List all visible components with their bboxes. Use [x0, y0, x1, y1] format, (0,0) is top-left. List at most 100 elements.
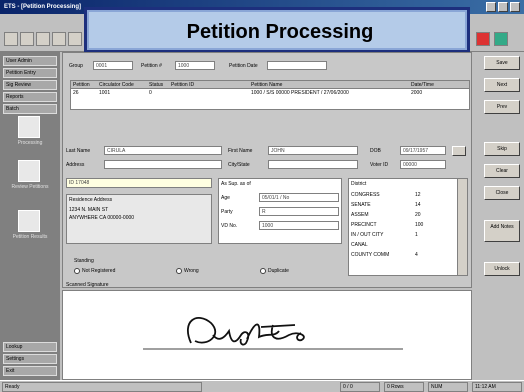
- grid-col-petition[interactable]: Petition: [73, 82, 90, 88]
- open-icon[interactable]: [20, 32, 34, 46]
- save-icon[interactable]: [36, 32, 50, 46]
- group-label: Group: [69, 63, 83, 69]
- info-age-label: Age: [221, 195, 230, 201]
- city-state-label: City/State: [228, 162, 250, 168]
- dob-input[interactable]: 09/17/1957: [400, 146, 446, 155]
- list-item: IN / OUT CITY 1: [351, 232, 418, 238]
- list-item: CANAL: [351, 242, 368, 248]
- sidebar-item-3[interactable]: Reports: [3, 92, 57, 102]
- status-rows: 0 Rows: [384, 382, 424, 392]
- table-row[interactable]: 26 1001 0 1000 / S/S 00000 PRESIDENT / 2…: [71, 90, 469, 98]
- prev-button[interactable]: Prev: [484, 100, 520, 114]
- status-clock: 11:12 AM: [472, 382, 522, 392]
- radio-wrong-label: Wrong: [184, 268, 199, 274]
- right-button-column: Save Next Prev Skip Clear Close Add Note…: [478, 52, 524, 380]
- petition-date-label: Petition Date: [229, 63, 258, 69]
- add-notes-button[interactable]: Add Notes: [484, 220, 520, 242]
- skip-button[interactable]: Skip: [484, 142, 520, 156]
- voter-id-badge: ID 17048: [66, 178, 212, 188]
- next-button[interactable]: Next: [484, 78, 520, 92]
- grid-cell: 1000 / S/S 00000 PRESIDENT / 27/06/2000: [251, 90, 349, 96]
- signature-image: [62, 290, 472, 380]
- first-name-input[interactable]: JOHN: [268, 146, 358, 155]
- module-label-review: Review Petitions: [11, 184, 49, 190]
- page-banner: Petition Processing: [84, 7, 470, 53]
- info-party-value: R: [259, 207, 339, 216]
- district-title: District: [351, 181, 367, 187]
- grid-col-petition-id[interactable]: Petition ID: [171, 82, 194, 88]
- new-icon[interactable]: [4, 32, 18, 46]
- sidebar-item-1[interactable]: Petition Entry: [3, 68, 57, 78]
- save-button[interactable]: Save: [484, 56, 520, 70]
- radio-not-registered-label: Not Registered: [82, 268, 116, 274]
- grid-cell: 1001: [99, 90, 111, 96]
- sidebar-bottom-item-1[interactable]: Settings: [3, 354, 57, 364]
- page-title: Petition Processing: [186, 21, 374, 43]
- exit-icon[interactable]: [494, 32, 508, 46]
- sidebar-bottom-item-2[interactable]: Exit: [3, 366, 57, 376]
- review-petitions-icon[interactable]: [18, 160, 40, 182]
- info-title: As Sup. as of: [221, 181, 251, 187]
- group-input[interactable]: 0001: [93, 61, 133, 70]
- voter-id-label: Voter ID: [370, 162, 389, 168]
- petition-results-icon[interactable]: [18, 210, 40, 232]
- radio-duplicate-label: Duplicate: [268, 268, 289, 274]
- maximize-button[interactable]: [498, 2, 508, 12]
- cut-icon[interactable]: [68, 32, 82, 46]
- residence-label: Residence Address: [69, 197, 113, 203]
- last-name-label: Last Name: [66, 148, 91, 154]
- radio-duplicate[interactable]: [260, 268, 266, 274]
- list-item: SENATE 14: [351, 202, 421, 208]
- first-name-label: First Name: [228, 148, 253, 154]
- sidebar-item-4[interactable]: Batch: [3, 104, 57, 114]
- sidebar-item-0[interactable]: User Admin: [3, 56, 57, 66]
- address-label: Address: [66, 162, 85, 168]
- city-state-input[interactable]: [268, 160, 358, 169]
- clear-button[interactable]: Clear: [484, 164, 520, 178]
- grid-cell: 26: [73, 90, 79, 96]
- list-item: ASSEM 20: [351, 212, 421, 218]
- close-button[interactable]: [510, 2, 520, 12]
- last-name-input[interactable]: CIRULA: [104, 146, 222, 155]
- radio-not-registered[interactable]: [74, 268, 80, 274]
- unlock-button[interactable]: Unlock: [484, 262, 520, 276]
- status-records: 0 / 0: [340, 382, 380, 392]
- petition-date-input[interactable]: [267, 61, 327, 70]
- close-form-button[interactable]: Close: [484, 186, 520, 200]
- grid-cell: 0: [149, 90, 152, 96]
- status-text: Ready: [2, 382, 202, 392]
- lookup-button[interactable]: [452, 146, 466, 156]
- print-icon[interactable]: [52, 32, 66, 46]
- standing-label: Standing: [74, 258, 94, 264]
- module-label-results: Petition Results: [12, 234, 48, 240]
- radio-wrong[interactable]: [176, 268, 182, 274]
- residence-box: Residence Address 1234 N. MAIN ST ANYWHE…: [66, 194, 212, 244]
- left-sidebar: User Admin Petition Entry Sig Review Rep…: [0, 52, 60, 380]
- list-item: COUNTY COMM 4: [351, 252, 418, 258]
- district-list[interactable]: District CONGRESS 12 SENATE 14 ASSEM 20 PRE…: [348, 178, 468, 276]
- grid-col-circulator[interactable]: Circulator Code: [99, 82, 134, 88]
- grid-cell: 2000: [411, 90, 423, 96]
- processing-icon[interactable]: [18, 116, 40, 138]
- residence-line1: 1234 N. MAIN ST: [69, 207, 109, 213]
- petition-number-label: Petition #: [141, 63, 162, 69]
- info-vdno-value: 1000: [259, 221, 339, 230]
- grid-header: Petition Circulator Code Status Petition…: [71, 81, 469, 89]
- help-icon[interactable]: [476, 32, 490, 46]
- petition-grid[interactable]: Petition Circulator Code Status Petition…: [70, 80, 470, 110]
- list-scrollbar[interactable]: [457, 179, 467, 275]
- list-item: CONGRESS 12: [351, 192, 421, 198]
- scanned-signature-label: Scanned Signature: [66, 282, 109, 288]
- grid-col-status[interactable]: Status: [149, 82, 163, 88]
- dob-label: DOB: [370, 148, 381, 154]
- sidebar-bottom-item-0[interactable]: Lookup: [3, 342, 57, 352]
- module-label-processing: Processing: [17, 140, 43, 146]
- grid-col-datetime[interactable]: Date/Time: [411, 82, 434, 88]
- status-bar: Ready 0 / 0 0 Rows NUM 11:12 AM: [0, 380, 524, 392]
- address-input[interactable]: [104, 160, 222, 169]
- minimize-button[interactable]: [486, 2, 496, 12]
- petition-number-input[interactable]: 1000: [175, 61, 215, 70]
- voter-id-input[interactable]: 00000: [400, 160, 446, 169]
- grid-col-petition-name[interactable]: Petition Name: [251, 82, 282, 88]
- sidebar-item-2[interactable]: Sig Review: [3, 80, 57, 90]
